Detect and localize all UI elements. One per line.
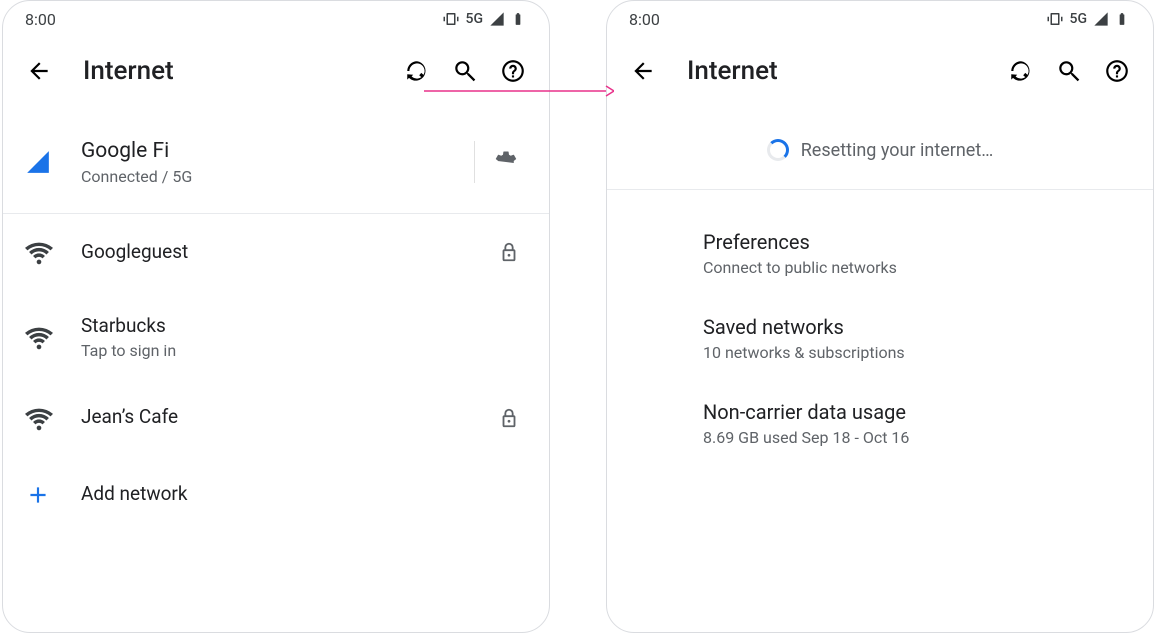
search-icon: [1056, 58, 1082, 84]
battery-icon: [511, 10, 525, 28]
settings-row[interactable]: Saved networks 10 networks & subscription…: [607, 295, 1153, 380]
reset-button[interactable]: [997, 47, 1045, 95]
connected-network-row[interactable]: Google Fi Connected / 5G: [3, 111, 549, 213]
add-network-label: Add network: [81, 482, 533, 507]
back-arrow-icon: [26, 58, 52, 84]
connected-network-status: Connected / 5G: [81, 167, 466, 186]
status-bar: 8:00 5G: [3, 1, 549, 33]
page-title: Internet: [83, 56, 393, 86]
divider-vertical: [474, 141, 475, 183]
back-button[interactable]: [15, 47, 63, 95]
app-bar: Internet: [607, 33, 1153, 111]
vibrate-icon: [1046, 10, 1064, 28]
reset-progress-text: Resetting your internet…: [801, 140, 994, 161]
wifi-icon: [25, 404, 81, 432]
wifi-network-name: Googleguest: [81, 240, 485, 265]
progress-spinner-icon: [767, 139, 789, 161]
battery-icon: [1115, 10, 1129, 28]
status-network-label: 5G: [1070, 11, 1088, 27]
settings-row-title: Preferences: [703, 230, 1129, 254]
settings-row[interactable]: Preferences Connect to public networks: [607, 210, 1153, 295]
reset-button[interactable]: [393, 47, 441, 95]
status-time: 8:00: [629, 10, 660, 29]
settings-row-subtitle: 8.69 GB used Sep 18 - Oct 16: [703, 428, 1129, 447]
help-icon: [1104, 58, 1130, 84]
vibrate-icon: [442, 10, 460, 28]
plus-icon: [25, 482, 81, 508]
settings-row-subtitle: Connect to public networks: [703, 258, 1129, 277]
cell-signal-icon: [489, 11, 505, 27]
add-network-row[interactable]: Add network: [3, 456, 549, 528]
settings-row-title: Saved networks: [703, 315, 1129, 339]
wifi-network-name: Jean’s Cafe: [81, 405, 485, 430]
status-time: 8:00: [25, 10, 56, 29]
back-button[interactable]: [619, 47, 667, 95]
page-title: Internet: [687, 56, 997, 86]
reset-progress-row: Resetting your internet…: [607, 111, 1153, 189]
search-icon: [452, 58, 478, 84]
settings-row-title: Non-carrier data usage: [703, 400, 1129, 424]
reset-icon: [1008, 58, 1034, 84]
help-button[interactable]: [489, 47, 537, 95]
wifi-icon: [25, 238, 81, 266]
help-icon: [500, 58, 526, 84]
search-button[interactable]: [1045, 47, 1093, 95]
gear-icon: [493, 149, 519, 175]
wifi-network-row[interactable]: Googleguest: [3, 214, 549, 290]
cell-signal-blue-icon: [25, 149, 81, 175]
phone-right: 8:00 5G Internet R: [606, 0, 1154, 633]
lock-icon: [485, 407, 533, 429]
help-button[interactable]: [1093, 47, 1141, 95]
wifi-network-row[interactable]: Starbucks Tap to sign in: [3, 290, 549, 380]
network-settings-button[interactable]: [479, 135, 533, 189]
wifi-network-name: Starbucks: [81, 314, 485, 339]
reset-icon: [404, 58, 430, 84]
search-button[interactable]: [441, 47, 489, 95]
cell-signal-icon: [1093, 11, 1109, 27]
wifi-network-subtitle: Tap to sign in: [81, 341, 485, 360]
back-arrow-icon: [630, 58, 656, 84]
status-bar: 8:00 5G: [607, 1, 1153, 33]
connected-network-name: Google Fi: [81, 138, 466, 165]
settings-row-subtitle: 10 networks & subscriptions: [703, 343, 1129, 362]
status-network-label: 5G: [466, 11, 484, 27]
phone-left: 8:00 5G Internet: [2, 0, 550, 633]
wifi-network-row[interactable]: Jean’s Cafe: [3, 380, 549, 456]
settings-row[interactable]: Non-carrier data usage 8.69 GB used Sep 1…: [607, 380, 1153, 465]
app-bar: Internet: [3, 33, 549, 111]
wifi-icon: [25, 323, 81, 351]
lock-icon: [485, 241, 533, 263]
